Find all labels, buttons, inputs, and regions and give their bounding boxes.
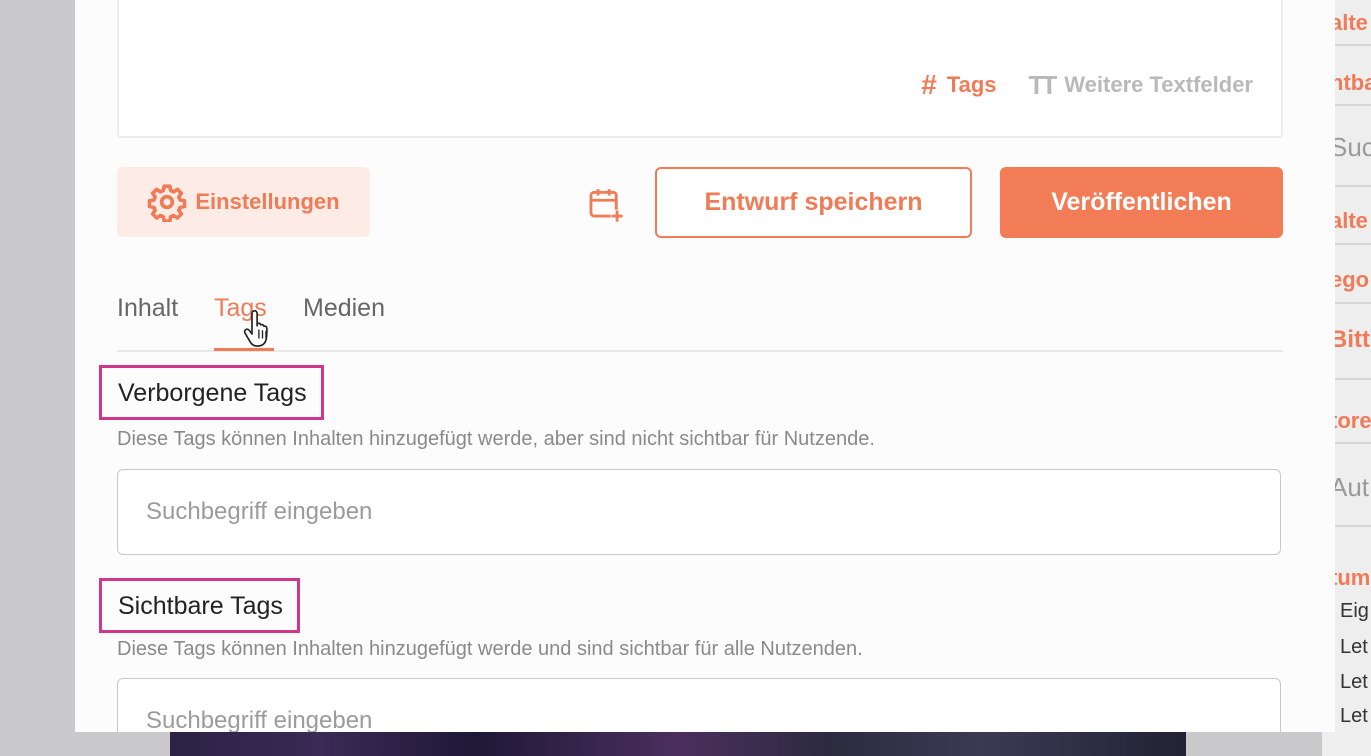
visible-tags-title: Sichtbare Tags bbox=[99, 578, 300, 633]
tab-medien[interactable]: Medien bbox=[303, 294, 385, 323]
calendar-plus-icon bbox=[589, 189, 624, 223]
hand-pointer-cursor-icon bbox=[243, 310, 268, 347]
more-text-fields-label: Weitere Textfelder bbox=[1064, 72, 1253, 97]
bg-sidebar-item: Let bbox=[1340, 636, 1368, 658]
post-editor-modal: # Tags TT Weitere Textfelder Einstellung… bbox=[75, 0, 1335, 732]
hidden-tags-description: Diese Tags können Inhalten hinzugefügt w… bbox=[117, 428, 875, 450]
save-draft-button[interactable]: Entwurf speichern bbox=[655, 167, 972, 238]
schedule-button[interactable] bbox=[587, 186, 625, 224]
bg-sidebar-item: Let bbox=[1340, 705, 1368, 727]
settings-button-label: Einstellungen bbox=[195, 189, 340, 214]
visible-tags-description: Diese Tags können Inhalten hinzugefügt w… bbox=[117, 638, 863, 660]
bg-sidebar-item: alte bbox=[1330, 208, 1368, 233]
text-editor-area[interactable]: # Tags TT Weitere Textfelder bbox=[117, 0, 1283, 138]
tags-action-label: Tags bbox=[946, 72, 997, 97]
hidden-tags-title: Verborgene Tags bbox=[99, 365, 324, 420]
publish-button[interactable]: Veröffentlichen bbox=[1000, 167, 1283, 238]
bg-sidebar-item: Eig bbox=[1340, 600, 1369, 622]
bg-sidebar-item: Bitt bbox=[1330, 326, 1370, 353]
settings-button[interactable]: Einstellungen bbox=[117, 167, 370, 237]
tab-inhalt[interactable]: Inhalt bbox=[117, 294, 178, 323]
hidden-tags-search-input[interactable] bbox=[117, 469, 1281, 555]
bg-sidebar-item: Aut bbox=[1330, 472, 1370, 502]
editor-actions: # Tags TT Weitere Textfelder bbox=[921, 69, 1253, 101]
bg-sidebar-item: htba bbox=[1330, 70, 1371, 95]
bg-sidebar-item: tum bbox=[1330, 565, 1371, 590]
hash-icon: # bbox=[921, 69, 937, 100]
gear-icon bbox=[148, 184, 187, 222]
text-size-icon: TT bbox=[1028, 69, 1058, 100]
tab-bar: Inhalt Tags Medien bbox=[117, 288, 1283, 352]
bg-sidebar-item: tore bbox=[1330, 408, 1371, 433]
bg-sidebar-item: alte bbox=[1330, 10, 1368, 35]
more-text-fields-action[interactable]: TT Weitere Textfelder bbox=[1029, 70, 1253, 101]
bg-sidebar-item: ego bbox=[1330, 267, 1370, 292]
background-media-image bbox=[170, 732, 1186, 756]
bg-sidebar-item: Let bbox=[1340, 671, 1368, 693]
tags-action[interactable]: # Tags bbox=[921, 69, 996, 101]
bg-sidebar-item: Suc bbox=[1330, 132, 1371, 162]
visible-tags-search-input[interactable] bbox=[117, 678, 1281, 732]
